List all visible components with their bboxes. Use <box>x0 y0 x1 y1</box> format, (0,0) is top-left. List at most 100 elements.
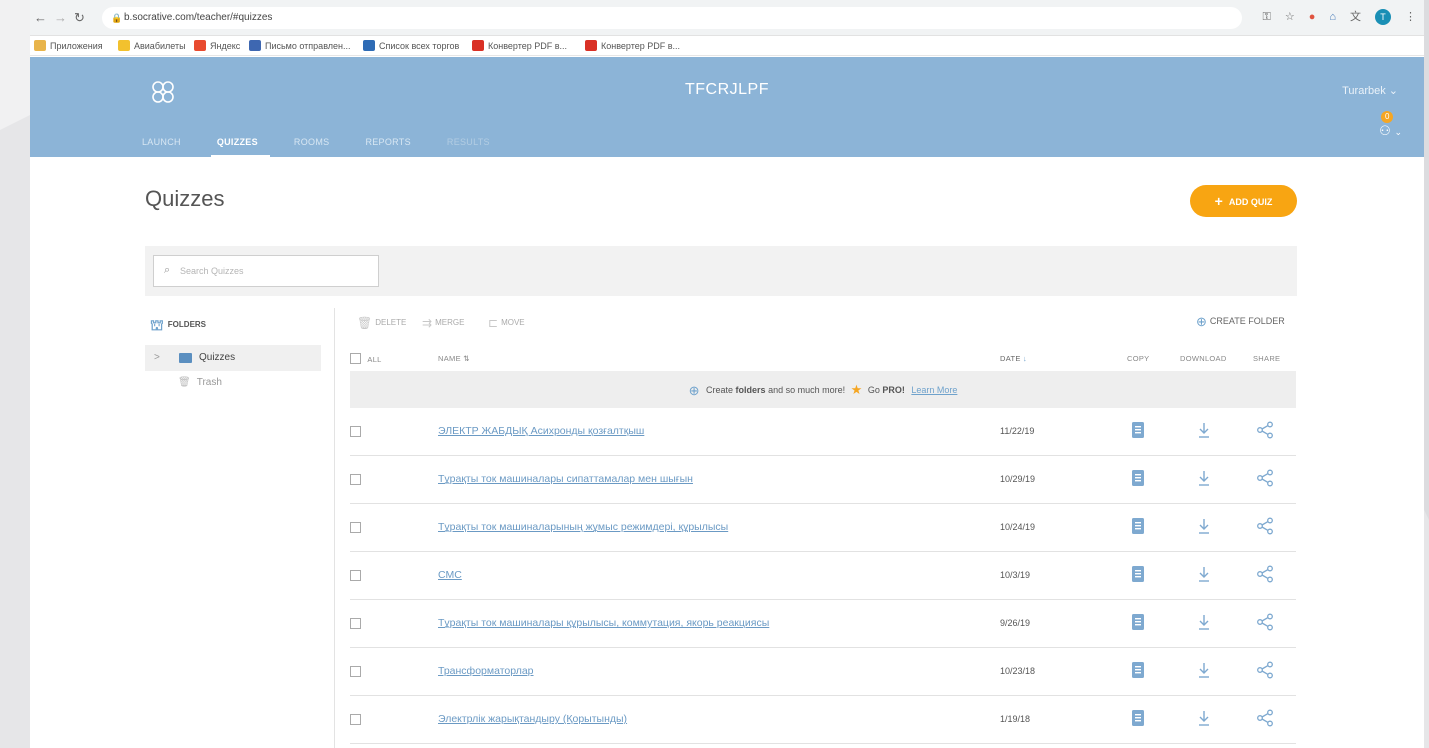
key-icon[interactable]: ⚿ <box>1262 9 1270 25</box>
move-button[interactable]: ⊏ MOVE <box>488 316 525 330</box>
tab-results[interactable]: RESULTS <box>447 129 508 155</box>
download-icon[interactable] <box>1196 421 1212 439</box>
row-checkbox[interactable] <box>350 474 361 485</box>
tab-launch[interactable]: LAUNCH <box>142 129 199 155</box>
notifications-button[interactable]: 0 ⚇ ⌄ <box>1379 111 1402 139</box>
table-row: Тұрақты ток машиналарының жұмыс режимдер… <box>350 504 1296 552</box>
learn-more-link[interactable]: Learn More <box>911 385 957 395</box>
column-name[interactable]: NAME ⇅ <box>438 354 470 363</box>
column-share: SHARE <box>1253 354 1281 363</box>
search-input[interactable] <box>180 261 370 281</box>
share-icon[interactable] <box>1256 517 1274 535</box>
quiz-date: 9/26/19 <box>1000 618 1031 628</box>
bookmark-item[interactable]: Список всех торгов <box>363 39 459 53</box>
lock-icon: 🔒 <box>111 13 123 23</box>
quiz-name-link[interactable]: Тұрақты ток машиналарының жұмыс режимдер… <box>438 521 728 533</box>
sidebar-divider <box>334 308 335 748</box>
merge-label: MERGE <box>435 318 465 327</box>
address-bar[interactable]: 🔒 b.socrative.com/teacher/#quizzes <box>102 7 1242 29</box>
folders-heading-label: FOLDERS <box>167 320 207 329</box>
add-quiz-button[interactable]: + ADD QUIZ <box>1190 185 1297 217</box>
bookmark-item[interactable]: Авиабилеты <box>118 39 186 53</box>
bookmark-favicon-icon <box>194 40 206 51</box>
row-checkbox[interactable] <box>350 618 361 629</box>
table-header: ALL NAME ⇅ DATE ↓ COPY DOWNLOAD SHARE <box>350 349 1296 371</box>
quiz-name-link[interactable]: Трансформаторлар <box>438 665 534 677</box>
bookmark-item[interactable]: Письмо отправлен... <box>249 39 351 53</box>
quiz-name-link[interactable]: Тұрақты ток машиналары құрылысы, коммута… <box>438 617 769 629</box>
user-menu[interactable]: Turarbek ⌄ <box>1342 84 1398 97</box>
quiz-date: 10/23/18 <box>1000 666 1036 676</box>
copy-icon[interactable] <box>1130 517 1146 535</box>
folder-item-quizzes[interactable]: > Quizzes <box>145 345 321 371</box>
bookmark-item[interactable]: Конвертер PDF в... <box>585 39 680 53</box>
quiz-date: 10/3/19 <box>1000 570 1031 580</box>
download-icon[interactable] <box>1196 709 1212 727</box>
select-all-checkbox[interactable] <box>350 353 361 364</box>
merge-button[interactable]: ⇉ MERGE <box>422 316 464 330</box>
reload-icon[interactable]: ↻ <box>74 11 85 25</box>
quiz-name-link[interactable]: Тұрақты ток машиналары сипаттамалар мен … <box>438 473 693 485</box>
row-checkbox[interactable] <box>350 522 361 533</box>
chevron-right-icon[interactable]: > <box>154 352 160 363</box>
folder-label: Quizzes <box>199 352 236 363</box>
bookmark-item[interactable]: Конвертер PDF в... <box>472 39 567 53</box>
share-icon[interactable] <box>1256 709 1274 727</box>
share-icon[interactable] <box>1256 661 1274 679</box>
star-icon[interactable]: ☆ <box>1285 9 1295 25</box>
tab-rooms[interactable]: ROOMS <box>294 129 348 155</box>
download-icon[interactable] <box>1196 469 1212 487</box>
share-icon[interactable] <box>1256 421 1274 439</box>
create-folder-label: CREATE FOLDER <box>1209 316 1285 326</box>
quiz-name-link[interactable]: Электрлік жарықтандыру (Қорытынды) <box>438 713 627 725</box>
page-title: Quizzes <box>145 186 225 211</box>
row-checkbox[interactable] <box>350 714 361 725</box>
forward-icon[interactable]: → <box>54 11 67 25</box>
table-row: Тұрақты ток машиналары құрылысы, коммута… <box>350 600 1296 648</box>
bookmark-favicon-icon <box>118 40 130 51</box>
sort-icon: ⇅ <box>463 354 470 363</box>
folder-label: Trash <box>196 377 222 388</box>
row-checkbox[interactable] <box>350 570 361 581</box>
quiz-name-link[interactable]: ЭЛЕКТР ЖАБДЫҚ Асихронды қозғалтқыш <box>438 425 644 437</box>
tab-quizzes[interactable]: QUIZZES <box>210 129 276 157</box>
share-icon[interactable] <box>1256 565 1274 583</box>
extension-icon[interactable]: ● <box>1309 9 1316 25</box>
bookmark-apps[interactable]: Приложения <box>34 39 103 53</box>
menu-icon[interactable]: ⋮ <box>1405 9 1416 25</box>
copy-icon[interactable] <box>1130 613 1146 631</box>
create-folder-button[interactable]: ⊕ CREATE FOLDER <box>1196 314 1285 330</box>
share-icon[interactable] <box>1256 469 1274 487</box>
translate-icon[interactable]: 文 <box>1350 9 1361 25</box>
bookmarks-bar: Приложения Авиабилеты Яндекс Письмо отпр… <box>30 36 1424 56</box>
bookmark-item[interactable]: Яндекс <box>194 39 240 53</box>
delete-button[interactable]: 🗑 DELETE <box>357 316 406 330</box>
tab-reports[interactable]: REPORTS <box>365 129 428 155</box>
column-date[interactable]: DATE ↓ <box>1000 354 1027 363</box>
share-icon[interactable] <box>1256 613 1274 631</box>
table-row: СМС 10/3/19 <box>350 552 1296 600</box>
folders-heading: ⛫ FOLDERS <box>150 317 206 336</box>
copy-icon[interactable] <box>1130 565 1146 583</box>
download-icon[interactable] <box>1196 613 1212 631</box>
quiz-date: 1/19/18 <box>1000 714 1031 724</box>
apps-grid-icon <box>34 40 46 51</box>
profile-avatar[interactable]: T <box>1375 9 1391 25</box>
home-extension-icon[interactable]: ⌂ <box>1329 9 1336 25</box>
row-checkbox[interactable] <box>350 666 361 677</box>
copy-icon[interactable] <box>1130 469 1146 487</box>
add-quiz-label: ADD QUIZ <box>1228 197 1273 207</box>
download-icon[interactable] <box>1196 517 1212 535</box>
download-icon[interactable] <box>1196 661 1212 679</box>
copy-icon[interactable] <box>1130 709 1146 727</box>
copy-icon[interactable] <box>1130 421 1146 439</box>
folder-item-trash[interactable]: 🗑 Trash <box>178 377 222 388</box>
row-checkbox[interactable] <box>350 426 361 437</box>
download-icon[interactable] <box>1196 565 1212 583</box>
back-icon[interactable]: ← <box>34 11 47 25</box>
copy-icon[interactable] <box>1130 661 1146 679</box>
trash-icon: 🗑 <box>357 316 373 330</box>
browser-toolbar: ← → ↻ 🔒 b.socrative.com/teacher/#quizzes… <box>30 0 1424 36</box>
quiz-name-link[interactable]: СМС <box>438 569 462 581</box>
select-all-label: ALL <box>367 355 382 364</box>
